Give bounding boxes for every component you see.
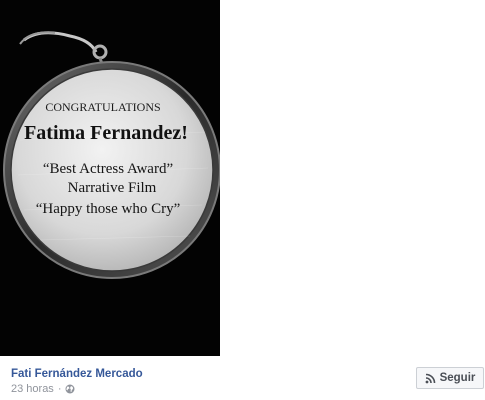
globe-icon[interactable]	[65, 384, 75, 394]
meta-separator: ·	[57, 383, 62, 395]
follow-button[interactable]: Seguir	[416, 367, 484, 389]
author-name-link[interactable]: Fati Fernández Mercado	[11, 368, 143, 380]
post-timestamp[interactable]: 23 horas	[11, 383, 54, 395]
post-meta: 23 horas ·	[11, 383, 75, 395]
rss-icon	[425, 373, 436, 384]
medal-line-5: “Happy those who Cry”	[36, 201, 181, 217]
medal-line-4: Narrative Film	[68, 180, 157, 196]
medal-line-2: Fatima Fernandez!	[24, 122, 188, 144]
follow-button-label: Seguir	[439, 372, 476, 384]
post-photo[interactable]: CONGRATULATIONS Fatima Fernandez! “Best …	[0, 0, 220, 356]
medal-line-3: “Best Actress Award”	[43, 161, 173, 177]
medal-line-1: CONGRATULATIONS	[45, 100, 160, 114]
post-footer: Fati Fernández Mercado 23 horas · Seguir	[0, 356, 485, 400]
medal-image: CONGRATULATIONS Fatima Fernandez! “Best …	[0, 0, 220, 356]
